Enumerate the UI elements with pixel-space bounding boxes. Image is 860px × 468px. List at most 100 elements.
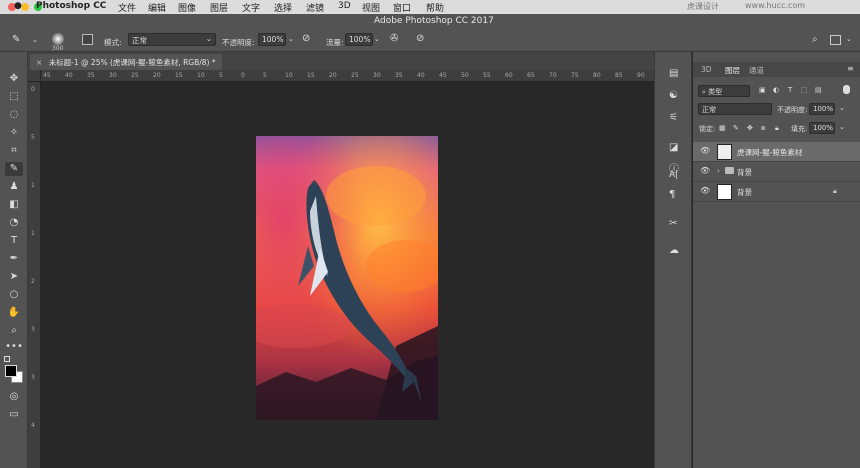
menu-image[interactable]: 图像 (178, 1, 196, 14)
layer-name[interactable]: 背景 (737, 167, 752, 178)
default-colors-icon[interactable] (4, 356, 10, 362)
document-artboard[interactable] (256, 136, 438, 420)
ruler-tick-label: 80 (593, 72, 601, 79)
menu-app-name[interactable]: Photoshop CC (36, 1, 106, 11)
layer-row[interactable]: 👁︎ 虎课网-鲲-鲸鱼素材 (693, 142, 860, 162)
lock-all-icon[interactable]: 🔒︎ (775, 124, 779, 133)
menu-window[interactable]: 窗口 (393, 1, 411, 14)
lock-transparent-icon[interactable]: ▦ (719, 124, 726, 132)
eraser-tool-icon[interactable]: ◧ (5, 198, 23, 212)
type-tool-icon[interactable]: T (5, 234, 23, 248)
fill-input[interactable]: 100% (809, 122, 835, 134)
menu-type[interactable]: 文字 (242, 1, 260, 14)
airbrush-icon[interactable]: ✇ (390, 33, 398, 44)
libraries-icon[interactable]: ☁ (669, 245, 679, 256)
chevron-down-icon[interactable]: ⌄ (288, 35, 294, 43)
menu-3d[interactable]: 3D (338, 1, 351, 11)
filter-adjust-icon[interactable]: ◐ (773, 86, 779, 94)
filter-type-icon[interactable]: T (788, 86, 792, 94)
menu-filter[interactable]: 滤镜 (306, 1, 324, 14)
dodge-tool-icon[interactable]: ◔ (5, 216, 23, 230)
horizontal-ruler[interactable]: 45 40 35 30 25 20 15 10 5 0 5 10 15 20 25 30 35 40 45 50 55 6… (41, 70, 654, 82)
menu-edit[interactable]: 编辑 (148, 1, 166, 14)
ruler-tick-label: 15 (175, 72, 183, 79)
visibility-eye-icon[interactable]: 👁︎ (700, 166, 710, 175)
brush-preview-icon[interactable] (52, 33, 64, 45)
brush-tool-icon[interactable]: ✎ (5, 162, 23, 176)
layer-row[interactable]: 👁︎ 背景 🔒︎ (693, 182, 860, 202)
layer-name[interactable]: 虎课网-鲲-鲸鱼素材 (737, 147, 802, 158)
blend-mode-select[interactable]: 正常 (698, 103, 772, 115)
menu-help[interactable]: 帮助 (426, 1, 444, 14)
crop-tool-icon[interactable]: ⌗ (5, 144, 23, 158)
pressure-size-icon[interactable]: ⊘ (416, 33, 424, 44)
swatches-icon[interactable]: ◪ (669, 142, 678, 153)
filter-toggle-icon[interactable] (843, 85, 850, 94)
history-icon[interactable]: ▤ (669, 68, 678, 79)
ruler-tick-label: 35 (395, 72, 403, 79)
flow-input[interactable]: 100% (345, 33, 373, 46)
filter-pixel-icon[interactable]: ▣ (759, 86, 766, 94)
filter-smart-icon[interactable]: ▤ (815, 86, 822, 94)
path-select-tool-icon[interactable]: ➤ (5, 270, 23, 284)
minimize-window-button[interactable] (21, 3, 29, 11)
chevron-down-icon[interactable]: ⌄ (839, 123, 845, 131)
chevron-down-icon[interactable]: ⌄ (374, 35, 380, 43)
layer-opacity-input[interactable]: 100% (809, 103, 835, 115)
chevron-right-icon[interactable]: › (717, 167, 720, 175)
chevron-down-icon[interactable]: ⌄ (846, 35, 852, 43)
visibility-eye-icon[interactable]: 👁︎ (700, 186, 710, 195)
ruler-tick-label: 25 (131, 72, 139, 79)
ruler-tick-label: 60 (505, 72, 513, 79)
layer-name[interactable]: 背景 (737, 187, 752, 198)
ellipse-tool-icon[interactable]: ○ (5, 288, 23, 302)
brush-tool-icon[interactable]: ✎ (12, 34, 20, 45)
move-tool-icon[interactable]: ✥ (5, 72, 23, 86)
properties-icon[interactable]: ⚟ (669, 112, 678, 123)
panel-menu-icon[interactable]: ≡ (847, 64, 854, 73)
opacity-input[interactable]: 100% (258, 33, 286, 46)
mode-select[interactable]: 正常 ⌄ (128, 33, 216, 46)
tab-channels[interactable]: 通道 (749, 65, 764, 76)
adjustments-icon[interactable]: ☯ (669, 90, 678, 101)
lasso-tool-icon[interactable]: ◌ (5, 108, 23, 122)
tab-layers[interactable]: 图层 (725, 65, 740, 76)
screen-mode-icon[interactable]: ▭ (5, 408, 23, 422)
close-icon[interactable]: × (36, 58, 42, 67)
lock-pixels-icon[interactable]: ✎ (733, 124, 739, 132)
stamp-tool-icon[interactable]: ♟ (5, 180, 23, 194)
zoom-tool-icon[interactable]: ⌕ (5, 324, 23, 338)
layer-row[interactable]: 👁︎ › 背景 (693, 162, 860, 182)
workspace-icon[interactable] (830, 35, 841, 45)
marquee-tool-icon[interactable]: ⬚ (5, 90, 23, 104)
search-icon[interactable]: ⌕ (812, 34, 818, 45)
canvas-area[interactable] (41, 82, 654, 468)
document-tab[interactable]: × 未标题-1 @ 25% (虎课网-鲲-鲸鱼素材, RGB/8) * (30, 54, 222, 70)
hand-tool-icon[interactable]: ✋ (5, 306, 23, 320)
chevron-down-icon[interactable]: ⌄ (839, 104, 845, 112)
foreground-color-swatch[interactable] (5, 365, 17, 377)
menu-file[interactable]: 文件 (118, 1, 136, 14)
lock-position-icon[interactable]: ✥ (747, 124, 753, 132)
quick-mask-icon[interactable]: ◎ (5, 390, 23, 404)
pressure-opacity-icon[interactable]: ⊘ (302, 33, 310, 44)
menu-view[interactable]: 视图 (362, 1, 380, 14)
character-icon[interactable]: A| (669, 170, 678, 180)
pen-tool-icon[interactable]: ✒ (5, 252, 23, 266)
apple-icon[interactable]: ● (14, 1, 22, 11)
menu-layer[interactable]: 图层 (210, 1, 228, 14)
tab-3d[interactable]: 3D (701, 65, 712, 74)
magic-wand-tool-icon[interactable]: ✧ (5, 126, 23, 140)
vertical-ruler[interactable]: 0 5 1 1 2 3 3 4 (28, 70, 41, 468)
filter-shape-icon[interactable]: ⬚ (801, 86, 808, 94)
lock-artboard-icon[interactable]: ⧈ (761, 124, 765, 133)
tools-preset-icon[interactable]: ✂ (669, 218, 677, 229)
brush-panel-icon[interactable] (82, 34, 93, 45)
more-tools-icon[interactable]: ••• (5, 340, 23, 354)
layer-filter-select[interactable]: ⌕ 类型 (698, 85, 750, 97)
paragraph-icon[interactable]: ¶ (669, 189, 675, 200)
visibility-eye-icon[interactable]: 👁︎ (700, 146, 710, 155)
menu-select[interactable]: 选择 (274, 1, 292, 14)
chevron-down-icon[interactable]: ⌄ (32, 36, 38, 44)
ruler-corner[interactable] (28, 70, 41, 82)
